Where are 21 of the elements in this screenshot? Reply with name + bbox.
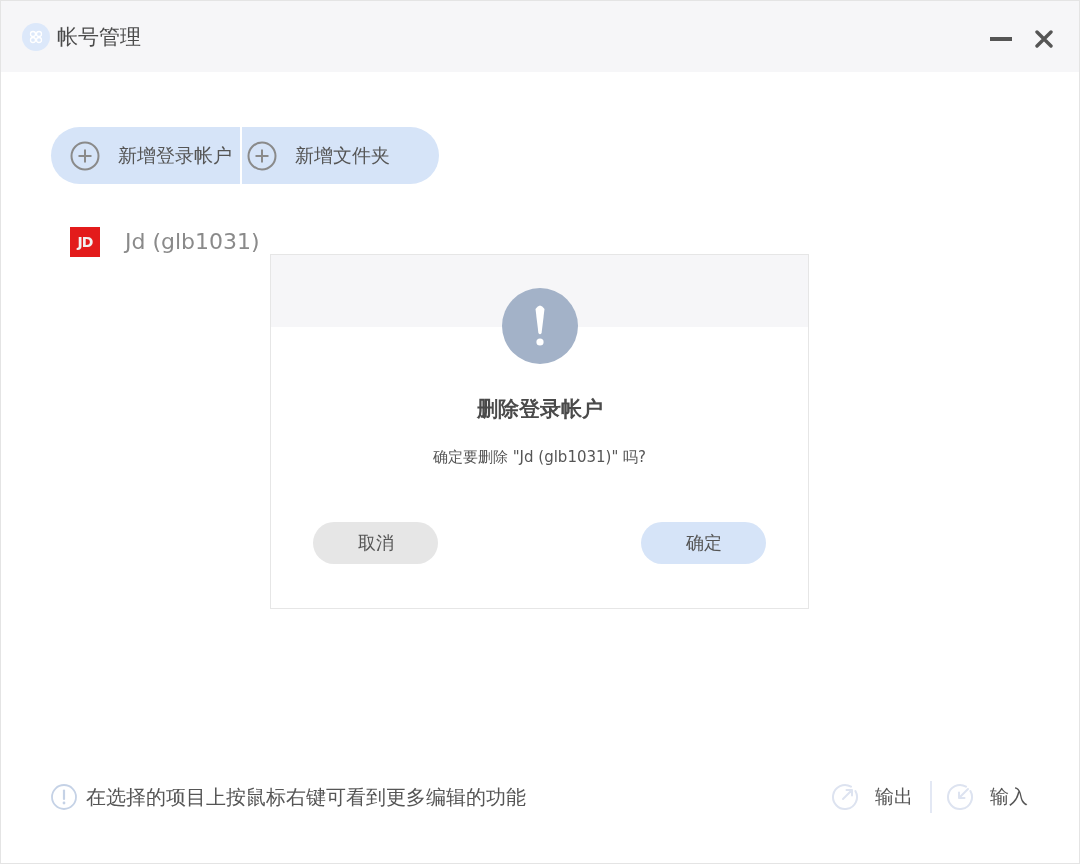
circle-arrow-out-icon xyxy=(831,783,859,811)
add-button[interactable]: 新增文件夹 xyxy=(242,127,439,184)
plus-circle-icon xyxy=(247,140,277,171)
dialog-title: 删除登录帐户 xyxy=(476,396,603,423)
confirm-button[interactable]: 确定 xyxy=(641,522,766,564)
minimize-icon[interactable] xyxy=(990,36,1012,41)
add-button[interactable]: 新增登录帐户 xyxy=(51,127,240,184)
cancel-button[interactable]: 取消 xyxy=(313,522,438,564)
hint-text: 在选择的项目上按鼠标右键可看到更多编辑的功能 xyxy=(86,784,526,811)
site-logo: JD xyxy=(70,227,100,257)
import-button[interactable]: 输入 xyxy=(946,783,1028,811)
export-button[interactable]: 输出 xyxy=(831,783,913,811)
dialog-message: 确定要删除 "Jd (glb1031)" 吗? xyxy=(432,447,647,467)
close-icon[interactable] xyxy=(1035,29,1053,48)
window-title: 帐号管理 xyxy=(57,23,141,51)
account-name[interactable]: Jd (glb1031) xyxy=(125,227,260,257)
app-icon xyxy=(22,22,50,51)
info-icon xyxy=(51,784,77,810)
plus-circle-icon xyxy=(70,140,100,171)
warning-icon xyxy=(502,288,578,364)
circle-arrow-in-icon xyxy=(946,783,974,811)
